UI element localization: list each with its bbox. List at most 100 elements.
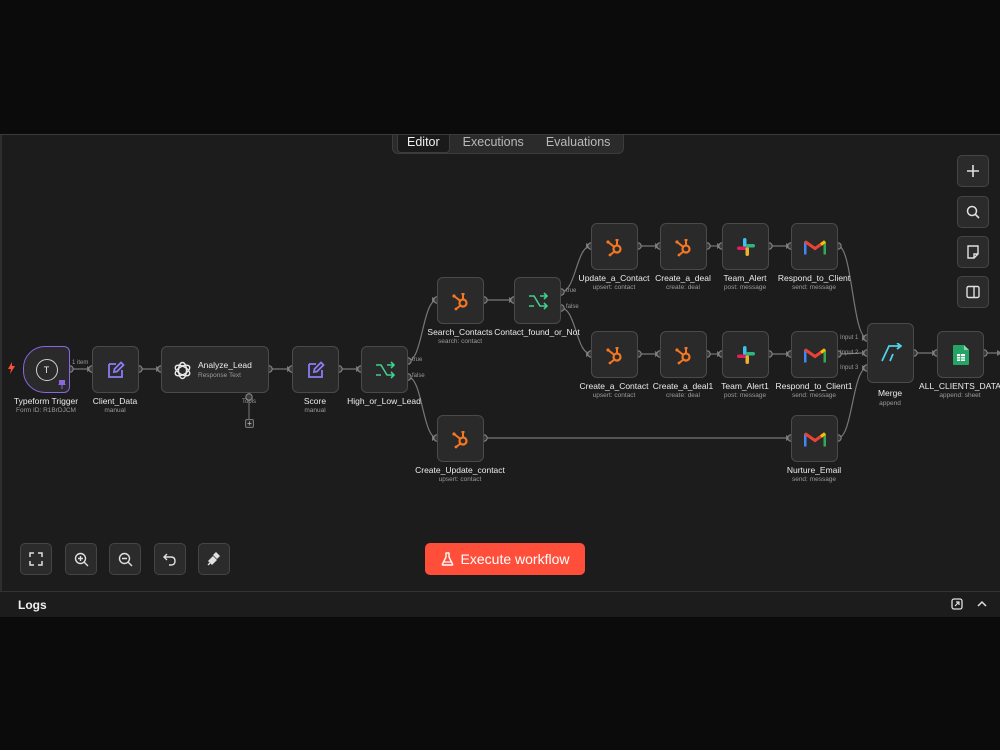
node-subtitle: send: message (791, 392, 837, 399)
search-icon (966, 205, 980, 219)
node-label: Score (303, 396, 327, 406)
hubspot-icon (451, 291, 471, 311)
node-label: Typeform Trigger (13, 396, 79, 406)
items-count-label: 1 item (72, 360, 89, 366)
merge-input-3-label: Input 3 (840, 365, 859, 371)
connection-line[interactable] (560, 245, 592, 293)
add-node-button[interactable] (957, 155, 989, 187)
pop-out-icon[interactable] (950, 597, 964, 611)
node-subtitle: send: message (791, 284, 837, 291)
connection-line[interactable] (837, 245, 868, 339)
hubspot-icon (605, 345, 625, 365)
trigger-bolt-icon (8, 362, 15, 374)
node-subtitle: create: deal (666, 392, 700, 399)
node-label: Respond_to_Client1 (775, 381, 853, 391)
clean-up-button[interactable] (198, 543, 230, 575)
google-sheets-icon (952, 344, 969, 365)
node-label: Team_Alert1 (721, 381, 769, 391)
node-subtitle: upsert: contact (592, 392, 636, 399)
node-client-data[interactable] (92, 346, 139, 393)
chevron-up-icon[interactable] (975, 597, 989, 611)
view-tabs: Editor Executions Evaluations (392, 135, 625, 154)
workflow-canvas[interactable]: Editor Executions Evaluations T Typeform… (0, 135, 1000, 591)
node-create-a-contact[interactable] (591, 331, 638, 378)
node-team-alert[interactable] (722, 223, 769, 270)
zoom-in-icon (74, 552, 88, 566)
tab-evaluations[interactable]: Evaluations (537, 135, 620, 152)
typeform-letter: T (35, 358, 58, 381)
node-high-or-low-lead[interactable] (361, 346, 408, 393)
toggle-panel-button[interactable] (957, 276, 989, 308)
node-label: Nurture_Email (786, 465, 842, 475)
undo-button[interactable] (154, 543, 186, 575)
node-contact-found-or-not[interactable] (514, 277, 561, 324)
sticky-note-icon (967, 245, 979, 259)
node-team-alert1[interactable] (722, 331, 769, 378)
node-score[interactable] (292, 346, 339, 393)
node-create-a-deal1[interactable] (660, 331, 707, 378)
fit-view-button[interactable] (20, 543, 52, 575)
branch-true-label: true (412, 357, 423, 363)
node-all-clients-data[interactable] (937, 331, 984, 378)
hubspot-icon (674, 345, 694, 365)
node-analyze-lead[interactable]: Analyze_Lead Response Text (161, 346, 269, 393)
node-label: Client_Data (92, 396, 138, 406)
slack-icon (736, 237, 756, 257)
fit-view-icon (29, 552, 43, 566)
merge-input-1-label: Input 1 (840, 335, 859, 341)
node-subtitle: append: sheet (939, 392, 981, 399)
node-label: Contact_found_or_Not (494, 327, 580, 337)
node-subtitle: manual (104, 407, 126, 414)
node-label: Team_Alert (723, 273, 767, 283)
node-respond-to-client1[interactable] (791, 331, 838, 378)
node-nurture-email[interactable] (791, 415, 838, 462)
branch-true-label: true (566, 288, 577, 294)
node-update-a-contact[interactable] (591, 223, 638, 270)
hubspot-icon (674, 237, 694, 257)
node-create-update-contact[interactable] (437, 415, 484, 462)
node-typeform-trigger[interactable]: T (23, 346, 70, 393)
zoom-out-button[interactable] (109, 543, 141, 575)
add-tool-button[interactable]: + (245, 419, 254, 428)
hubspot-icon (451, 429, 471, 449)
edit-icon (106, 360, 126, 380)
merge-icon (880, 343, 902, 363)
tab-executions[interactable]: Executions (454, 135, 533, 152)
connection-line[interactable] (837, 367, 868, 439)
node-respond-to-client[interactable] (791, 223, 838, 270)
node-subtitle: Form ID: R1BrDJCM (16, 407, 76, 414)
node-subtitle: create: deal (666, 284, 700, 291)
execute-workflow-button[interactable]: Execute workflow (425, 543, 585, 575)
logs-panel[interactable]: Logs (0, 591, 1000, 617)
undo-icon (163, 553, 176, 566)
connections-layer (66, 242, 1000, 442)
zoom-in-button[interactable] (65, 543, 97, 575)
merge-input-2-label: Input 2 (840, 350, 859, 356)
node-label: Create_a_deal1 (652, 381, 714, 391)
node-label: Search_Contacts (427, 327, 493, 337)
openai-icon (172, 360, 193, 386)
search-nodes-button[interactable] (957, 196, 989, 228)
add-sticky-note-button[interactable] (957, 236, 989, 268)
connection-line[interactable] (407, 376, 438, 439)
node-subtitle: append (879, 400, 901, 407)
node-merge[interactable] (867, 323, 914, 383)
node-label: Respond_to_Client (777, 273, 851, 283)
logs-title: Logs (18, 598, 47, 612)
node-label: Create_a_Contact (579, 381, 649, 391)
execute-workflow-label: Execute workflow (460, 551, 570, 567)
tab-editor[interactable]: Editor (397, 135, 450, 153)
pin-icon (58, 380, 66, 389)
branch-false-label: false (412, 373, 425, 379)
hubspot-icon (605, 237, 625, 257)
node-create-a-deal[interactable] (660, 223, 707, 270)
gmail-icon (803, 238, 826, 255)
node-search-contacts[interactable] (437, 277, 484, 324)
switch-icon (528, 291, 548, 310)
node-subtitle: search: contact (437, 338, 483, 345)
branch-false-label: false (566, 304, 579, 310)
node-subtitle: post: message (723, 392, 767, 399)
gmail-icon (803, 430, 826, 447)
node-subtitle: post: message (723, 284, 767, 291)
zoom-out-icon (118, 552, 132, 566)
